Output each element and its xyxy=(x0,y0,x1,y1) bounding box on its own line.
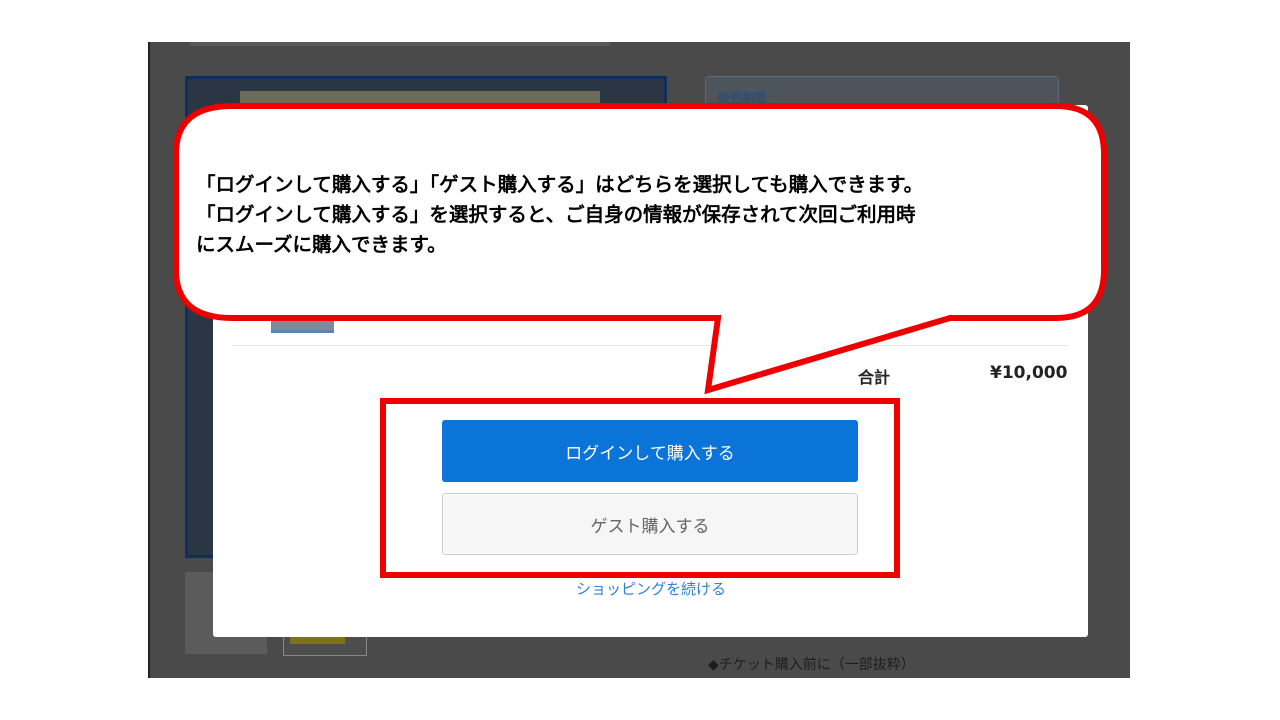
callout-line-2: 「ログインして購入する」を選択すると、ご自身の情報が保存されて次回ご利用時 xyxy=(196,203,916,226)
callout-line-1: 「ログインして購入する」「ゲスト購入する」はどちらを選択しても購入できます。 xyxy=(196,173,924,196)
callout-line-3: にスムーズに購入できます。 xyxy=(196,233,447,256)
speech-bubble xyxy=(173,103,1107,395)
callout-message: 「ログインして購入する」「ゲスト購入する」はどちらを選択しても購入できます。 「… xyxy=(196,170,1106,260)
